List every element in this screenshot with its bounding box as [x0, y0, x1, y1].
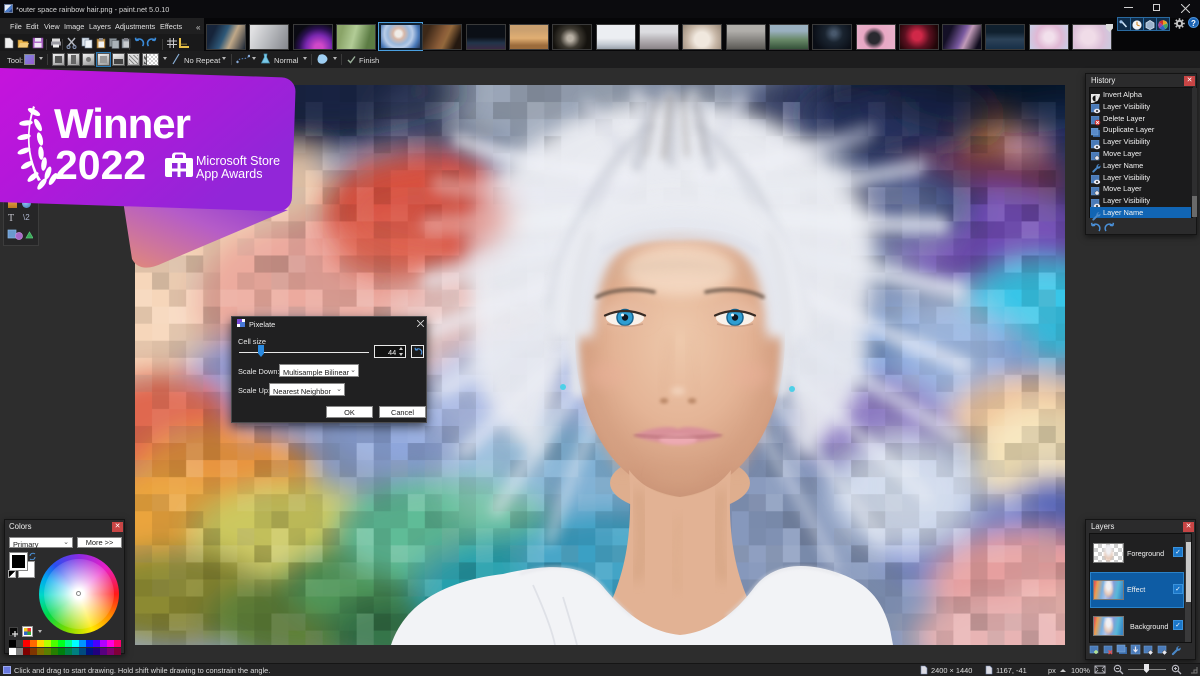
svg-text:Winner: Winner: [54, 100, 191, 147]
svg-text:2022: 2022: [55, 142, 146, 188]
svg-text:App Awards: App Awards: [196, 167, 262, 181]
svg-text:Microsoft Store: Microsoft Store: [196, 154, 280, 168]
